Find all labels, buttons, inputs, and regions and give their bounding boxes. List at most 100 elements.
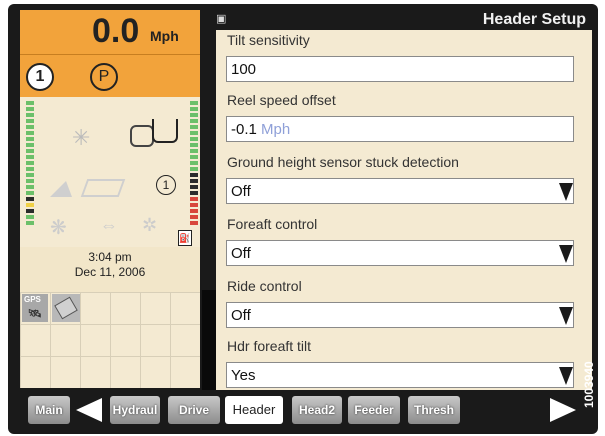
tab-next-arrow-icon[interactable] — [550, 398, 576, 422]
status-panel: 0.0 Mph 1 P ✳ 1 ❋ ⇔ ✲ ⛽ 3:04 pm Dec 11, … — [20, 10, 200, 388]
gauge-segment — [26, 191, 34, 195]
setting-label: Ground height sensor stuck detection — [227, 154, 459, 170]
reel-icon[interactable] — [130, 125, 154, 147]
gauge-segment — [26, 185, 34, 189]
ride-control-select[interactable]: Off — [226, 302, 574, 328]
gps-label: GPS — [24, 295, 41, 304]
gauge-segment — [26, 107, 34, 111]
clock: 3:04 pm Dec 11, 2006 — [20, 250, 200, 280]
tab-drive[interactable]: Drive — [168, 396, 220, 424]
setting-label: Hdr foreaft tilt — [227, 338, 312, 354]
gauge-segment — [190, 119, 198, 123]
gauge-segment — [190, 215, 198, 219]
speed-unit: Mph — [150, 28, 179, 44]
tab-head2[interactable]: Head2 — [292, 396, 342, 424]
setting-label: Ride control — [227, 278, 302, 294]
dropdown-arrow-icon[interactable] — [559, 183, 573, 201]
gauge-segment — [26, 149, 34, 153]
tab-header[interactable]: Header — [225, 396, 283, 424]
gauge-segment — [190, 131, 198, 135]
header-control-area: ✳ 1 ❋ ⇔ ✲ — [20, 97, 200, 247]
header-icon[interactable] — [152, 119, 178, 143]
left-level-gauge — [26, 101, 34, 229]
date-text: Dec 11, 2006 — [74, 265, 146, 279]
gauge-segment — [190, 179, 198, 183]
ground-height-stuck-select[interactable]: Off — [226, 178, 574, 204]
gear-badge: 1 — [26, 63, 54, 91]
setting-value: -0.1 Mph — [231, 121, 291, 138]
gauge-segment — [190, 143, 198, 147]
gauge-segment — [26, 167, 34, 171]
gauge-segment — [190, 161, 198, 165]
gauge-segment — [26, 209, 34, 213]
gauge-segment — [26, 197, 34, 201]
tab-main[interactable]: Main — [28, 396, 70, 424]
setting-value: 100 — [231, 61, 257, 78]
arrows-icon[interactable]: ⇔ — [100, 215, 118, 236]
gps-icon: 🛰 — [28, 308, 42, 320]
fan-icon[interactable]: ❋ — [50, 215, 67, 240]
setting-value: Off — [231, 245, 251, 262]
tab-bar: Main Hydraul Drive Header Head2 Feeder T… — [20, 394, 592, 428]
park-indicator: P — [90, 63, 118, 91]
gauge-segment — [190, 113, 198, 117]
gauge-segment — [190, 221, 198, 225]
gear-row: 1 P — [20, 54, 200, 97]
setting-unit: Mph — [261, 121, 291, 138]
tab-prev-arrow-icon[interactable] — [76, 398, 102, 422]
tilt-sensitivity-input[interactable]: 100 — [226, 56, 574, 82]
gauge-segment — [26, 221, 34, 225]
setting-value: Off — [231, 307, 251, 324]
gauge-segment — [190, 137, 198, 141]
speed-readout: 0.0 Mph — [20, 10, 200, 54]
reel-speed-offset-input[interactable]: -0.1 Mph — [226, 116, 574, 142]
tilt-icon[interactable] — [50, 181, 72, 197]
gauge-segment — [190, 203, 198, 207]
gauge-segment — [190, 185, 198, 189]
time-text: 3:04 pm — [88, 250, 132, 264]
gauge-segment — [190, 209, 198, 213]
spark-icon[interactable]: ✲ — [142, 215, 157, 236]
dropdown-arrow-icon[interactable] — [559, 367, 573, 385]
preset-badge[interactable]: 1 — [156, 175, 176, 195]
right-level-gauge — [190, 101, 198, 229]
gauge-segment — [26, 131, 34, 135]
gauge-segment — [190, 155, 198, 159]
gauge-segment — [26, 119, 34, 123]
gauge-segment — [26, 215, 34, 219]
gauge-segment — [190, 125, 198, 129]
card-icon — [54, 296, 78, 320]
float-icon[interactable] — [80, 179, 126, 197]
dropdown-arrow-icon[interactable] — [559, 245, 573, 263]
gauge-segment — [190, 197, 198, 201]
data-card-button[interactable] — [52, 294, 80, 322]
gauge-segment — [190, 191, 198, 195]
page-title: Header Setup — [482, 11, 586, 28]
gauge-segment — [26, 173, 34, 177]
foreaft-control-select[interactable]: Off — [226, 240, 574, 266]
gauge-segment — [26, 179, 34, 183]
speed-value: 0.0 — [92, 12, 140, 50]
setting-value: Yes — [231, 367, 256, 384]
gauge-segment — [26, 161, 34, 165]
camera-icon: ▣ — [216, 13, 227, 25]
tab-hydraul[interactable]: Hydraul — [110, 396, 160, 424]
setting-label: Foreaft control — [227, 216, 318, 232]
gps-button[interactable]: GPS 🛰 — [22, 294, 48, 322]
gauge-segment — [190, 101, 198, 105]
dropdown-arrow-icon[interactable] — [559, 307, 573, 325]
fuel-icon: ⛽ — [178, 230, 192, 246]
hdr-foreaft-tilt-select[interactable]: Yes — [226, 362, 574, 388]
gauge-segment — [190, 149, 198, 153]
settings-list: Tilt sensitivity 100 Reel speed offset -… — [216, 30, 592, 390]
snowflake-icon[interactable]: ✳ — [72, 125, 90, 151]
setting-label: Reel speed offset — [227, 92, 336, 108]
gauge-segment — [26, 101, 34, 105]
tab-thresh[interactable]: Thresh — [408, 396, 460, 424]
tab-feeder[interactable]: Feeder — [348, 396, 400, 424]
gauge-segment — [190, 167, 198, 171]
gauge-segment — [26, 113, 34, 117]
scroll-gutter — [202, 290, 216, 390]
setting-value: Off — [231, 183, 251, 200]
title-bar: ▣ Header Setup — [214, 10, 592, 30]
